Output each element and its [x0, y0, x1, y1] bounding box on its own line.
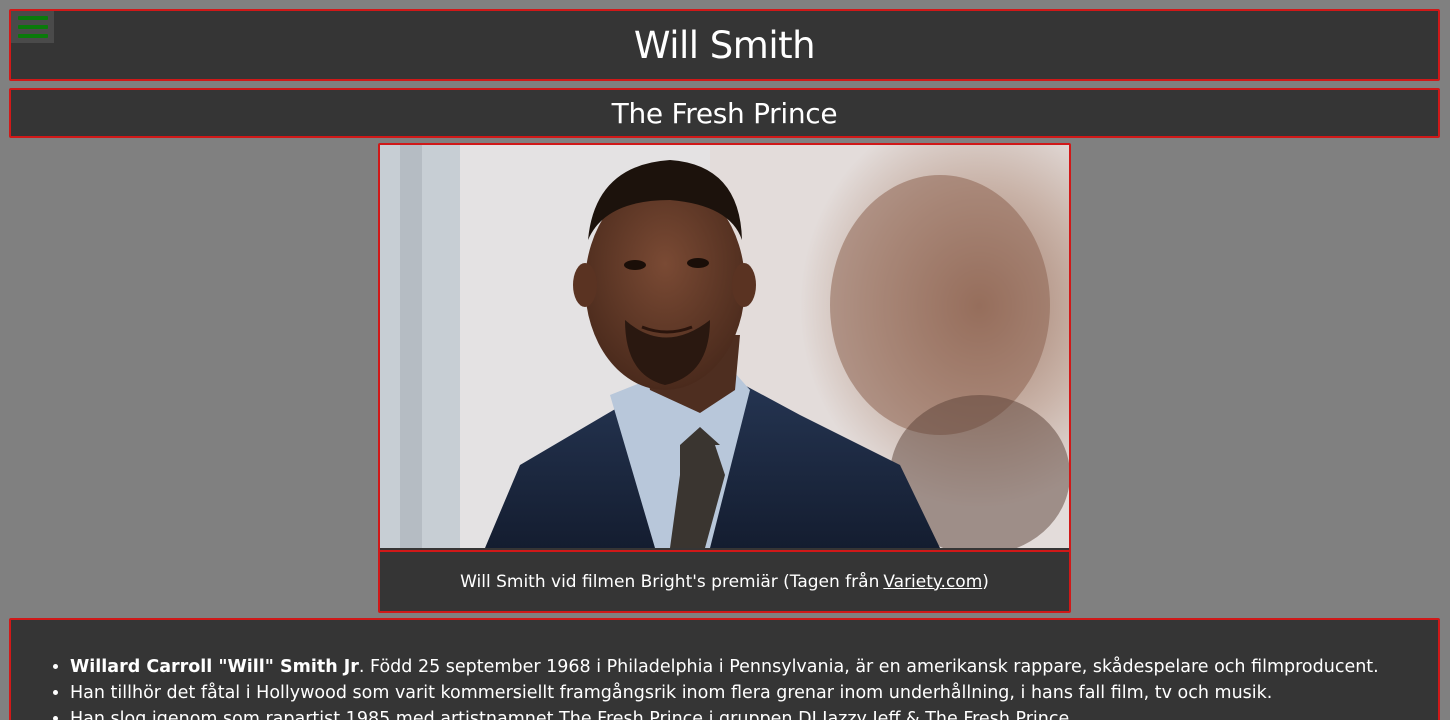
hamburger-menu-icon[interactable]: [11, 11, 54, 43]
list-item: Han tillhör det fåtal i Hollywood som va…: [70, 680, 1438, 706]
caption-suffix: ): [982, 571, 989, 592]
portrait-illustration: [380, 145, 1069, 548]
menu-line: [17, 16, 48, 20]
title-bar: Will Smith: [9, 9, 1440, 81]
page-title: Will Smith: [633, 23, 816, 67]
bio-section: Willard Carroll "Will" Smith Jr. Född 25…: [9, 618, 1440, 720]
photo-figure: Will Smith vid filmen Bright's premiär (…: [378, 143, 1071, 613]
list-item-text: Han tillhör det fåtal i Hollywood som va…: [70, 683, 1273, 703]
portrait-photo: [380, 145, 1069, 548]
list-item: Willard Carroll "Will" Smith Jr. Född 25…: [70, 654, 1438, 680]
caption-text: Will Smith vid filmen Bright's premiär (…: [460, 571, 880, 592]
caption-source-link[interactable]: Variety.com: [883, 572, 982, 592]
page: Will Smith The Fresh Prince Will Smith v…: [0, 0, 1450, 720]
menu-line: [17, 25, 48, 29]
menu-line: [17, 34, 48, 38]
full-name: Willard Carroll "Will" Smith Jr: [70, 657, 359, 677]
page-subtitle: The Fresh Prince: [611, 96, 838, 130]
bio-list: Willard Carroll "Will" Smith Jr. Född 25…: [11, 620, 1438, 720]
subtitle-bar: The Fresh Prince: [9, 88, 1440, 138]
list-item-text: Han slog igenom som rapartist 1985 med a…: [70, 709, 1075, 720]
list-item: Han slog igenom som rapartist 1985 med a…: [70, 706, 1438, 720]
photo-caption: Will Smith vid filmen Bright's premiär (…: [380, 550, 1069, 611]
list-item-text: . Född 25 september 1968 i Philadelphia …: [358, 657, 1379, 677]
